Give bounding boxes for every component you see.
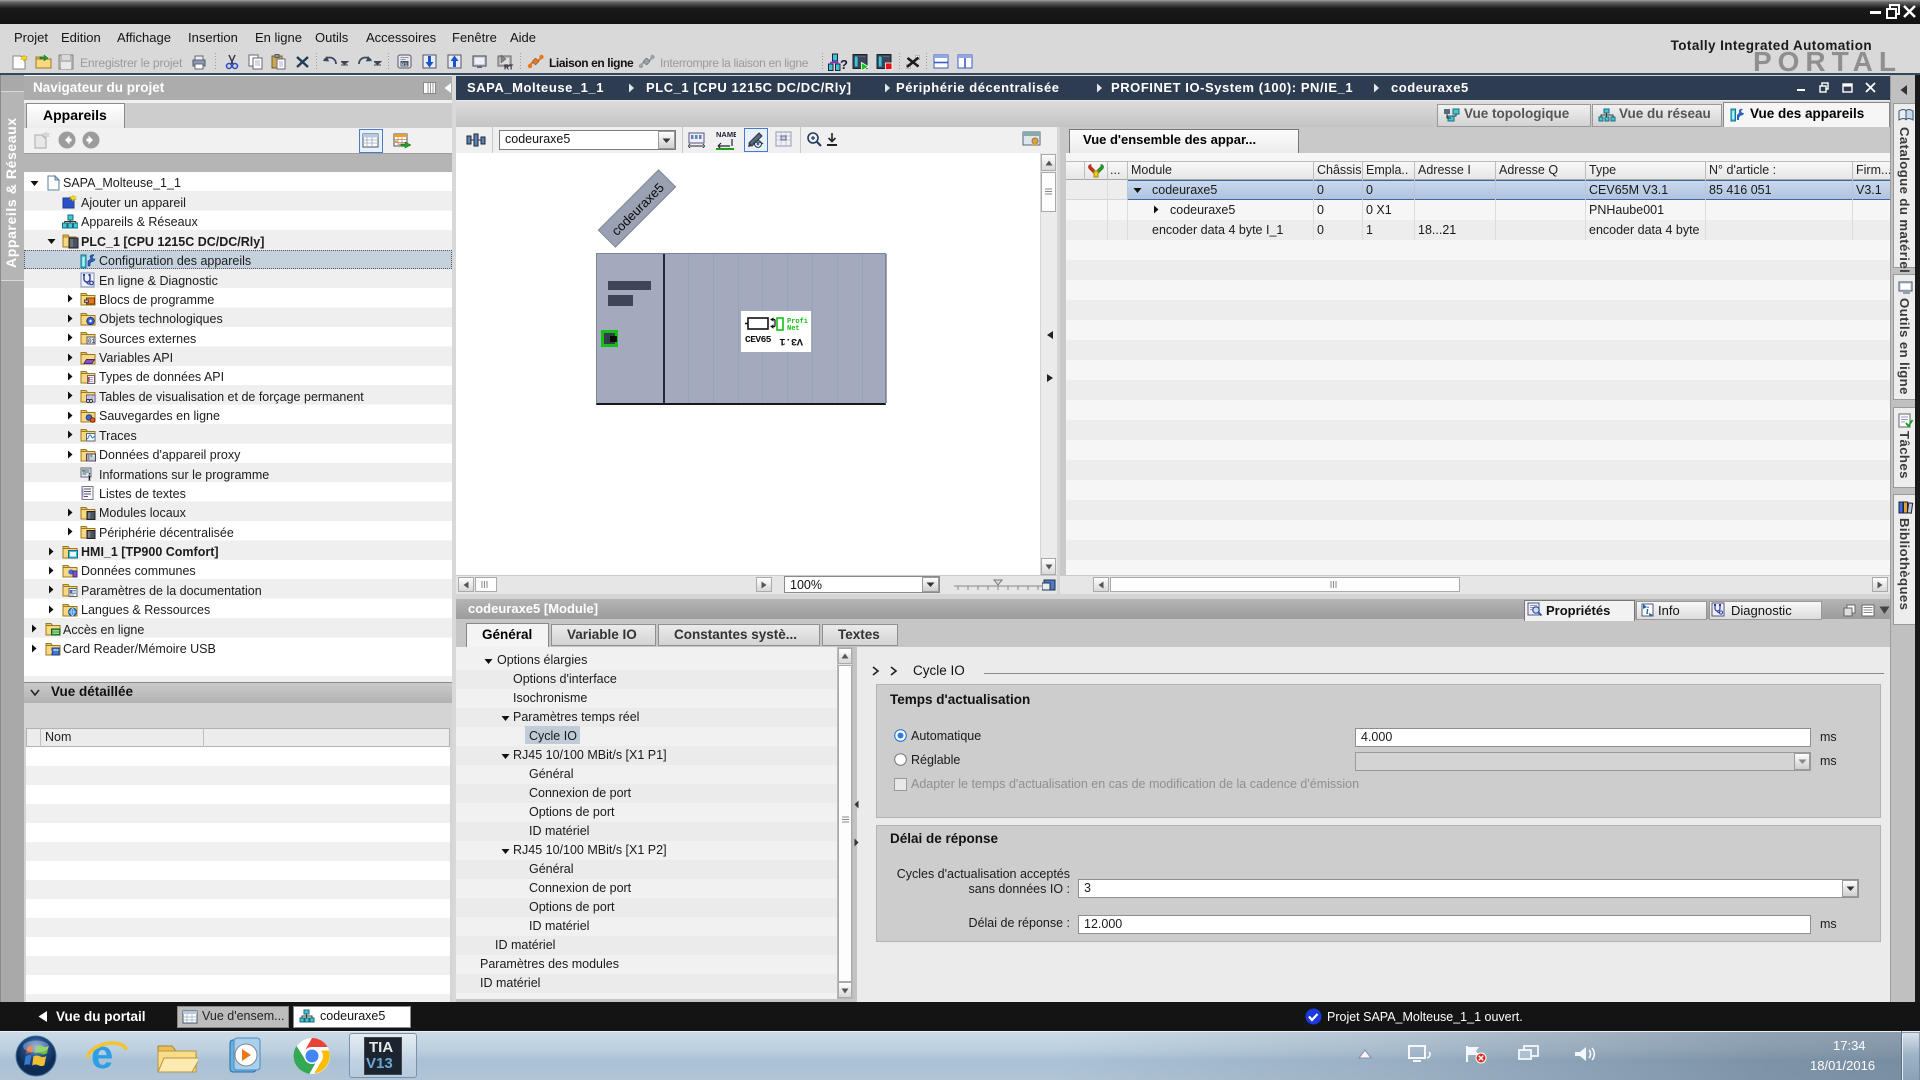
svg-text:NAME: NAME <box>716 130 736 139</box>
svg-text:01: 01 <box>88 338 96 345</box>
svg-text:CEV65: CEV65 <box>745 334 772 345</box>
svg-text:i: i <box>1646 606 1649 617</box>
svg-text:i: i <box>88 473 91 483</box>
svg-text:?: ? <box>840 57 848 71</box>
svg-text:Net: Net <box>787 325 800 333</box>
svg-text:RT: RT <box>504 65 514 72</box>
svg-text:e: e <box>91 1034 113 1077</box>
svg-text:V3.1: V3.1 <box>780 335 803 347</box>
svg-text:01: 01 <box>401 61 408 68</box>
